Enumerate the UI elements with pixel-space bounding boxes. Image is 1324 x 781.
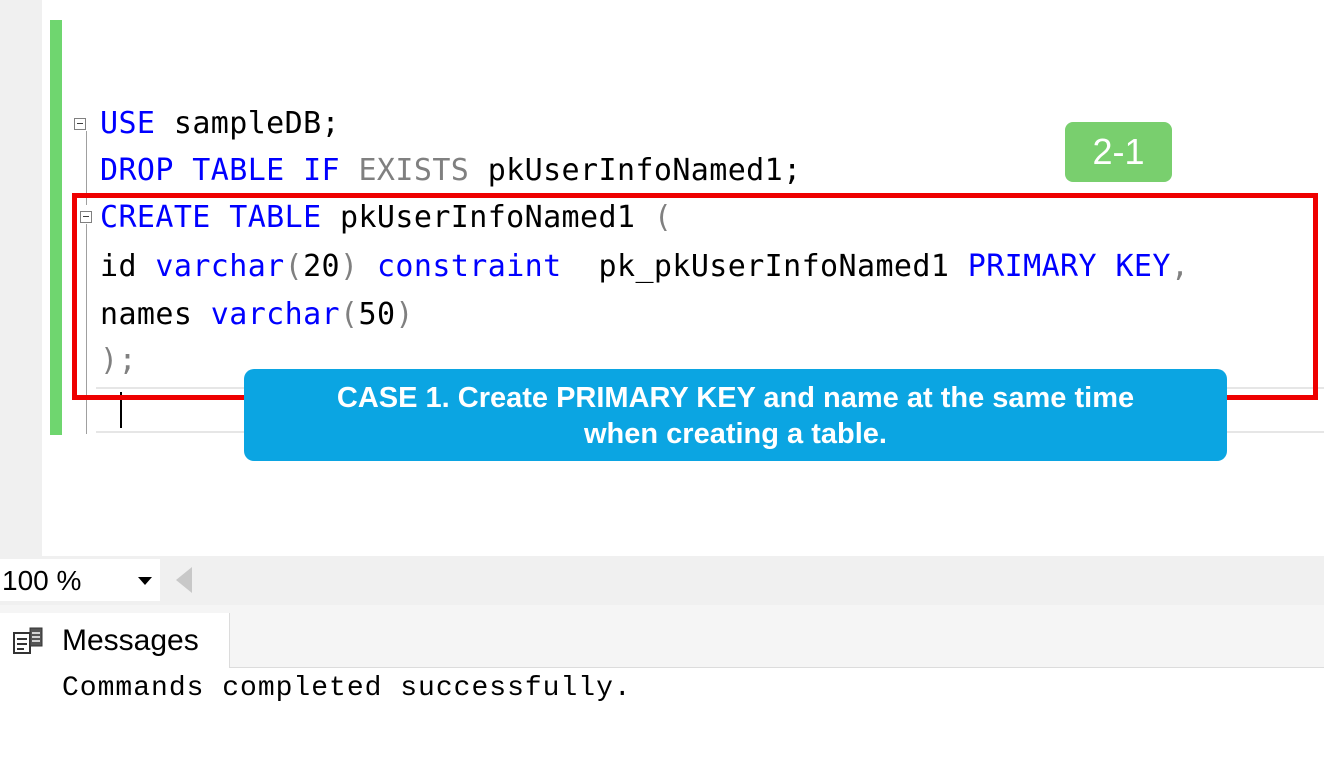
zoom-value: 100 % [2, 565, 82, 596]
callout-note: CASE 1. Create PRIMARY KEY and name at t… [244, 369, 1227, 461]
result-message: Commands completed successfully. [62, 673, 632, 704]
code-token: pkUserInfoNamed1; [469, 153, 802, 188]
code-token: sampleDB; [155, 106, 341, 141]
code-token: EXISTS [358, 153, 470, 188]
callout-line: CASE 1. Create PRIMARY KEY and name at t… [336, 382, 1135, 414]
zoom-bar: 100 % [0, 556, 1324, 605]
code-line[interactable]: USE sampleDB; [100, 104, 340, 144]
callout-line: when creating a table. [584, 418, 887, 450]
zoom-dropdown[interactable]: 100 % [0, 559, 160, 601]
code-token: USE [100, 106, 156, 141]
tab-label: Messages [62, 624, 199, 657]
code-token: DROP TABLE IF [100, 153, 340, 188]
step-badge: 2-1 [1065, 122, 1172, 182]
scroll-left-icon[interactable] [176, 567, 192, 593]
collapse-icon[interactable] [74, 118, 86, 130]
code-line[interactable]: DROP TABLE IF EXISTS pkUserInfoNamed1; [100, 151, 802, 191]
messages-icon [13, 627, 43, 654]
chevron-down-icon[interactable] [138, 577, 152, 585]
results-tab-strip: Messages [0, 605, 1324, 668]
change-tracking-bar [50, 20, 62, 435]
results-pane: Messages Commands completed successfully… [0, 605, 1324, 781]
tab-messages[interactable]: Messages [0, 613, 230, 668]
editor-margin [0, 0, 42, 556]
